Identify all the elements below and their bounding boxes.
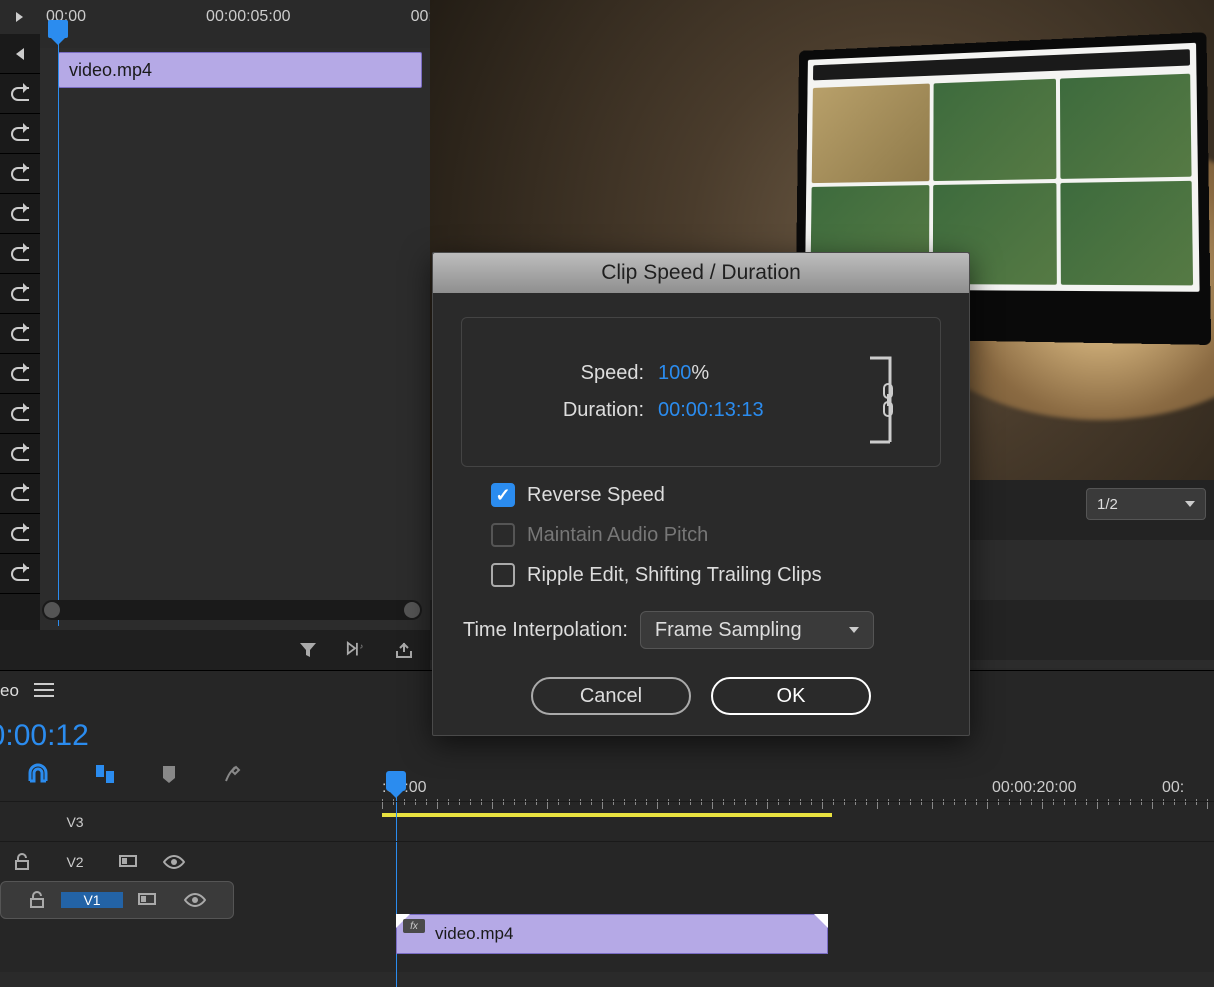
track-label[interactable]: V2 xyxy=(44,854,106,870)
speed-duration-box: Speed: 100 % Duration: 00:00:13:13 xyxy=(461,317,941,467)
step-forward-button[interactable] xyxy=(0,0,40,34)
linked-selection-icon[interactable] xyxy=(94,763,116,789)
chevron-down-icon xyxy=(1185,501,1195,507)
eye-icon[interactable] xyxy=(171,893,219,907)
undo-icon-row[interactable] xyxy=(0,514,40,554)
chevron-down-icon xyxy=(849,627,859,633)
ok-button[interactable]: OK xyxy=(711,677,871,715)
track-row-v3: V3 xyxy=(0,801,1214,841)
lock-icon[interactable] xyxy=(0,853,44,871)
undo-icon-row[interactable] xyxy=(0,554,40,594)
undo-icon-row[interactable] xyxy=(0,114,40,154)
speed-suffix: % xyxy=(691,362,709,385)
fx-badge[interactable]: fx xyxy=(403,919,425,933)
source-footer-toolbar: ♪ xyxy=(0,630,430,670)
track-row-v1: V1 xyxy=(0,881,234,919)
playhead-line xyxy=(58,36,59,626)
undo-icon-row[interactable] xyxy=(0,354,40,394)
dialog-title[interactable]: Clip Speed / Duration xyxy=(433,253,969,293)
clip-name: video.mp4 xyxy=(69,60,152,81)
time-interpolation-select[interactable]: Frame Sampling xyxy=(640,611,874,649)
track-header-column xyxy=(0,34,40,634)
undo-icon-row[interactable] xyxy=(0,394,40,434)
maintain-label: Maintain Audio Pitch xyxy=(527,524,708,547)
clip-speed-dialog: Clip Speed / Duration Speed: 100 % Durat… xyxy=(432,252,970,736)
ripple-edit-checkbox[interactable]: Ripple Edit, Shifting Trailing Clips xyxy=(491,563,941,587)
track-label[interactable]: V1 xyxy=(61,892,123,908)
sequence-tab[interactable]: eo xyxy=(0,681,19,701)
toggle-output-icon[interactable] xyxy=(125,892,169,908)
undo-icon-row[interactable] xyxy=(0,434,40,474)
zoom-select[interactable]: 1/2 xyxy=(1086,488,1206,520)
speed-value[interactable]: 100 xyxy=(658,362,691,385)
clip-name: video.mp4 xyxy=(435,924,513,944)
zoom-value: 1/2 xyxy=(1097,496,1118,513)
speed-label: Speed: xyxy=(486,362,644,385)
link-toggle[interactable] xyxy=(850,350,900,450)
undo-icon-row[interactable] xyxy=(0,234,40,274)
source-hscroll[interactable] xyxy=(42,600,422,620)
track-label[interactable]: V3 xyxy=(44,814,106,830)
expand-button[interactable] xyxy=(0,34,40,74)
clip-end-indicator xyxy=(814,914,828,928)
scroll-thumb[interactable] xyxy=(44,602,60,618)
timeline-clip[interactable]: fx video.mp4 xyxy=(396,914,828,954)
lock-icon[interactable] xyxy=(15,891,59,909)
undo-icon-row[interactable] xyxy=(0,474,40,514)
undo-icon-row[interactable] xyxy=(0,194,40,234)
scroll-thumb[interactable] xyxy=(404,602,420,618)
cancel-button[interactable]: Cancel xyxy=(531,677,691,715)
marker-icon[interactable] xyxy=(160,764,178,788)
source-clip[interactable]: video.mp4 xyxy=(58,52,422,88)
duration-label: Duration: xyxy=(486,399,644,422)
filter-icon[interactable] xyxy=(298,641,318,659)
checkbox-icon xyxy=(491,523,515,547)
eye-icon[interactable] xyxy=(150,855,198,869)
undo-icon-row[interactable] xyxy=(0,154,40,194)
panel-menu-icon[interactable] xyxy=(34,683,54,697)
undo-icon-row[interactable] xyxy=(0,74,40,114)
undo-icon-row[interactable] xyxy=(0,274,40,314)
interp-label: Time Interpolation: xyxy=(463,619,628,642)
checkbox-icon xyxy=(491,483,515,507)
ruler-mark: 00:00:05:00 xyxy=(206,8,291,26)
export-icon[interactable] xyxy=(394,641,414,659)
checkbox-icon xyxy=(491,563,515,587)
track-row-v2: V2 xyxy=(0,841,1214,881)
toggle-output-icon[interactable] xyxy=(106,854,150,870)
marker-play-icon[interactable]: ♪ xyxy=(346,641,366,659)
interp-value: Frame Sampling xyxy=(655,619,802,642)
reverse-speed-checkbox[interactable]: Reverse Speed xyxy=(491,483,941,507)
duration-value[interactable]: 00:00:13:13 xyxy=(658,399,764,422)
ruler-mark: 00: xyxy=(1162,779,1184,797)
ripple-label: Ripple Edit, Shifting Trailing Clips xyxy=(527,564,822,587)
snap-icon[interactable] xyxy=(26,763,50,789)
ruler-mark: 00:00:20:00 xyxy=(992,779,1077,797)
svg-text:♪: ♪ xyxy=(360,641,364,650)
maintain-pitch-checkbox: Maintain Audio Pitch xyxy=(491,523,941,547)
settings-icon[interactable] xyxy=(222,763,244,789)
current-timecode[interactable]: 00:00:12 xyxy=(0,719,89,753)
undo-icon-row[interactable] xyxy=(0,314,40,354)
reverse-label: Reverse Speed xyxy=(527,484,665,507)
